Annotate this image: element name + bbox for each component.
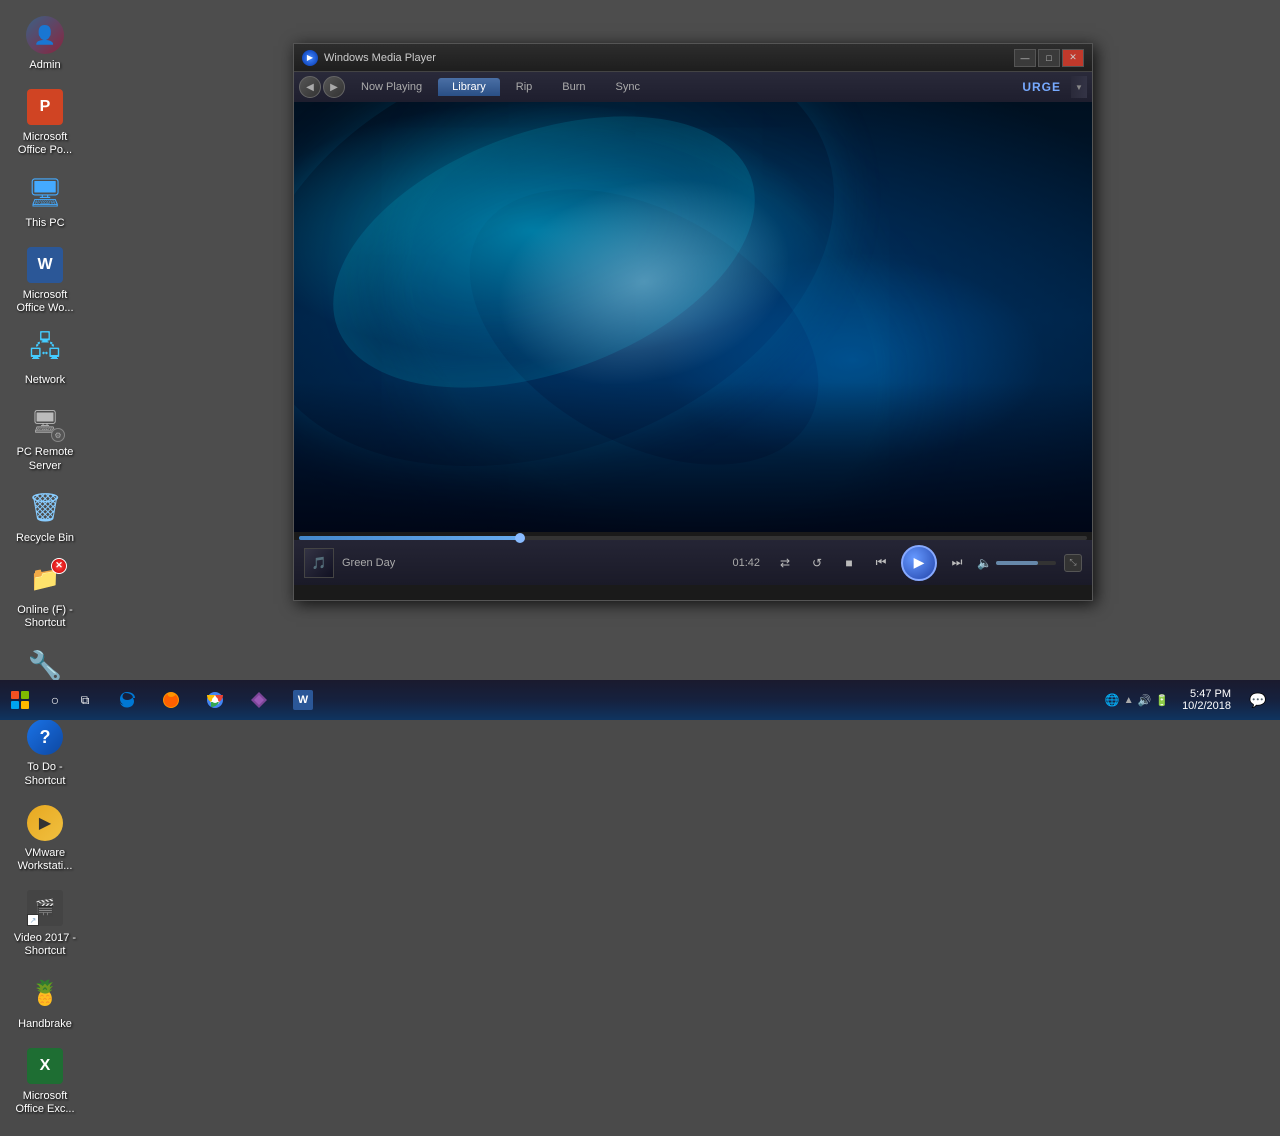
desktop-icon-pc-remote[interactable]: 🖥 ⚙ PC Remote Server <box>5 397 85 477</box>
desktop-icon-video-2017[interactable]: 🎬 ↗ Video 2017 - Shortcut <box>5 883 85 963</box>
windows-logo-icon <box>11 691 29 709</box>
wmp-progress-thumb[interactable] <box>515 533 525 543</box>
taskbar-search-button[interactable]: ○ <box>40 685 70 715</box>
wmp-mini-mode-button[interactable]: ⤡ <box>1064 554 1082 572</box>
wmp-tab-now-playing[interactable]: Now Playing <box>347 78 436 96</box>
wmp-album-art: 🎵 <box>304 548 334 578</box>
wmp-stop-button[interactable]: ■ <box>837 551 861 575</box>
wmp-shuffle-button[interactable]: ⇄ <box>773 551 797 575</box>
wmp-forward-button[interactable]: ▶ <box>323 76 345 98</box>
wmp-tab-library[interactable]: Library <box>438 78 500 96</box>
desktop-icon-label-online-f: Online (F) - Shortcut <box>10 604 80 630</box>
wmp-content-area <box>294 102 1092 532</box>
chrome-icon <box>205 690 225 710</box>
desktop-icon-label-recycle-bin: Recycle Bin <box>16 532 74 545</box>
wmp-tab-rip[interactable]: Rip <box>502 78 547 96</box>
wmp-artist-label: Green Day <box>342 557 395 569</box>
wmp-track-info: Green Day <box>342 557 725 569</box>
desktop-icon-vmware[interactable]: ▶ VMware Workstati... <box>5 798 85 878</box>
desktop-icon-admin[interactable]: 👤 Admin <box>5 10 85 77</box>
taskbar-tray-icons: 🌐 ▲ 🔊 🔋 <box>1105 693 1169 707</box>
win-sq-yellow <box>21 701 29 709</box>
win-sq-blue <box>11 701 19 709</box>
wmp-volume-bar[interactable] <box>996 561 1056 565</box>
wmp-progress-fill <box>299 536 520 540</box>
desktop-icon-recycle-bin[interactable]: 🗑 Recycle Bin <box>5 483 85 550</box>
win-sq-red <box>11 691 19 699</box>
desktop-icon-label-handbrake: Handbrake <box>18 1018 72 1031</box>
start-button[interactable] <box>0 680 40 720</box>
wmp-maximize-button[interactable]: □ <box>1038 49 1060 67</box>
firefox-icon <box>161 690 181 710</box>
wmp-back-button[interactable]: ◀ <box>299 76 321 98</box>
wmp-volume-fill <box>996 561 1038 565</box>
desktop-icon-label-ms-office-po: Microsoft Office Po... <box>10 131 80 157</box>
wmp-window: ▶ Windows Media Player — □ ✕ ◀ ▶ Now Pla… <box>293 43 1093 601</box>
wmp-minimize-button[interactable]: — <box>1014 49 1036 67</box>
viz-dark-overlay <box>294 382 1092 532</box>
edge-icon <box>117 690 137 710</box>
desktop-icon-online-f[interactable]: 📁 ✕ Online (F) - Shortcut <box>5 555 85 635</box>
desktop: 👤 Admin P Microsoft Office Po... 🖥 This … <box>0 0 1280 720</box>
taskbar-apps-area: W <box>100 681 1097 719</box>
desktop-icon-network[interactable]: 🖧 Network <box>5 325 85 392</box>
wmp-play-button[interactable]: ▶ <box>901 545 937 581</box>
desktop-icon-label-ms-office-wo: Microsoft Office Wo... <box>10 289 80 315</box>
taskbar-app-edge[interactable] <box>107 681 147 719</box>
taskbar-app-word[interactable]: W <box>283 681 323 719</box>
taskbar-task-view-button[interactable]: ⧉ <box>70 685 100 715</box>
wmp-transport-bar: 🎵 Green Day 01:42 ⇄ ↺ ■ ⏮ ▶ ⏭ 🔈 <box>294 540 1092 585</box>
wmp-volume-control: 🔈 <box>977 556 1056 570</box>
taskbar-app-chrome[interactable] <box>195 681 235 719</box>
wmp-close-button[interactable]: ✕ <box>1062 49 1084 67</box>
stremio-icon <box>249 690 269 710</box>
desktop-icon-label-pc-remote: PC Remote Server <box>10 446 80 472</box>
desktop-icon-label-ms-office-exc: Microsoft Office Exc... <box>10 1090 80 1116</box>
desktop-icons-container: 👤 Admin P Microsoft Office Po... 🖥 This … <box>0 0 130 1136</box>
desktop-icon-label-vmware: VMware Workstati... <box>10 847 80 873</box>
clock-date: 10/2/2018 <box>1182 700 1231 712</box>
wmp-prev-button[interactable]: ⏮ <box>869 551 893 575</box>
wmp-tab-burn[interactable]: Burn <box>548 78 599 96</box>
desktop-icon-label-network: Network <box>25 374 65 387</box>
wmp-progress-area[interactable] <box>294 532 1092 540</box>
taskbar-system-tray: 🌐 ▲ 🔊 🔋 5:47 PM 10/2/2018 💬 <box>1097 681 1280 719</box>
wmp-window-title: Windows Media Player <box>324 52 1014 64</box>
desktop-icon-label-video-2017: Video 2017 - Shortcut <box>10 932 80 958</box>
wmp-nav-more-button[interactable]: ▼ <box>1071 76 1087 98</box>
tray-network-icon: 🌐 <box>1105 693 1120 707</box>
desktop-icon-ms-office-po[interactable]: P Microsoft Office Po... <box>5 82 85 162</box>
tray-arrow-up[interactable]: ▲ <box>1124 695 1134 706</box>
taskbar-app-stremio[interactable] <box>239 681 279 719</box>
desktop-icon-handbrake[interactable]: 🍍 Handbrake <box>5 969 85 1036</box>
desktop-icon-ms-office-exc[interactable]: X Microsoft Office Exc... <box>5 1041 85 1121</box>
taskbar-clock[interactable]: 5:47 PM 10/2/2018 <box>1174 688 1239 712</box>
notification-center-button[interactable]: 💬 <box>1244 681 1272 719</box>
desktop-icon-ms-office-wo[interactable]: W Microsoft Office Wo... <box>5 240 85 320</box>
desktop-icon-label-admin: Admin <box>29 59 60 72</box>
wmp-volume-icon: 🔈 <box>977 556 992 570</box>
tray-volume-icon[interactable]: 🔊 <box>1138 694 1152 707</box>
wmp-time-display: 01:42 <box>733 557 761 569</box>
clock-time: 5:47 PM <box>1182 688 1231 700</box>
wmp-nav-bar: ◀ ▶ Now Playing Library Rip Burn Sync UR… <box>294 72 1092 102</box>
wmp-repeat-button[interactable]: ↺ <box>805 551 829 575</box>
wmp-logo-icon: ▶ <box>302 50 318 66</box>
taskbar-app-firefox[interactable] <box>151 681 191 719</box>
taskbar: ○ ⧉ <box>0 680 1280 720</box>
desktop-icon-label-todo: To Do - Shortcut <box>10 761 80 787</box>
word-icon: W <box>293 690 313 710</box>
wmp-tab-urge[interactable]: URGE <box>1014 77 1069 97</box>
wmp-visualization <box>294 102 1092 532</box>
desktop-icon-this-pc[interactable]: 🖥 This PC <box>5 168 85 235</box>
wmp-window-controls: — □ ✕ <box>1014 49 1084 67</box>
tray-battery-icon: 🔋 <box>1155 694 1169 707</box>
wmp-progress-bar[interactable] <box>299 536 1087 540</box>
desktop-icon-todo[interactable]: ? To Do - Shortcut <box>5 712 85 792</box>
wmp-titlebar: ▶ Windows Media Player — □ ✕ <box>294 44 1092 72</box>
wmp-tab-sync[interactable]: Sync <box>602 78 654 96</box>
desktop-icon-label-this-pc: This PC <box>25 217 64 230</box>
wmp-next-button[interactable]: ⏭ <box>945 551 969 575</box>
win-sq-green <box>21 691 29 699</box>
